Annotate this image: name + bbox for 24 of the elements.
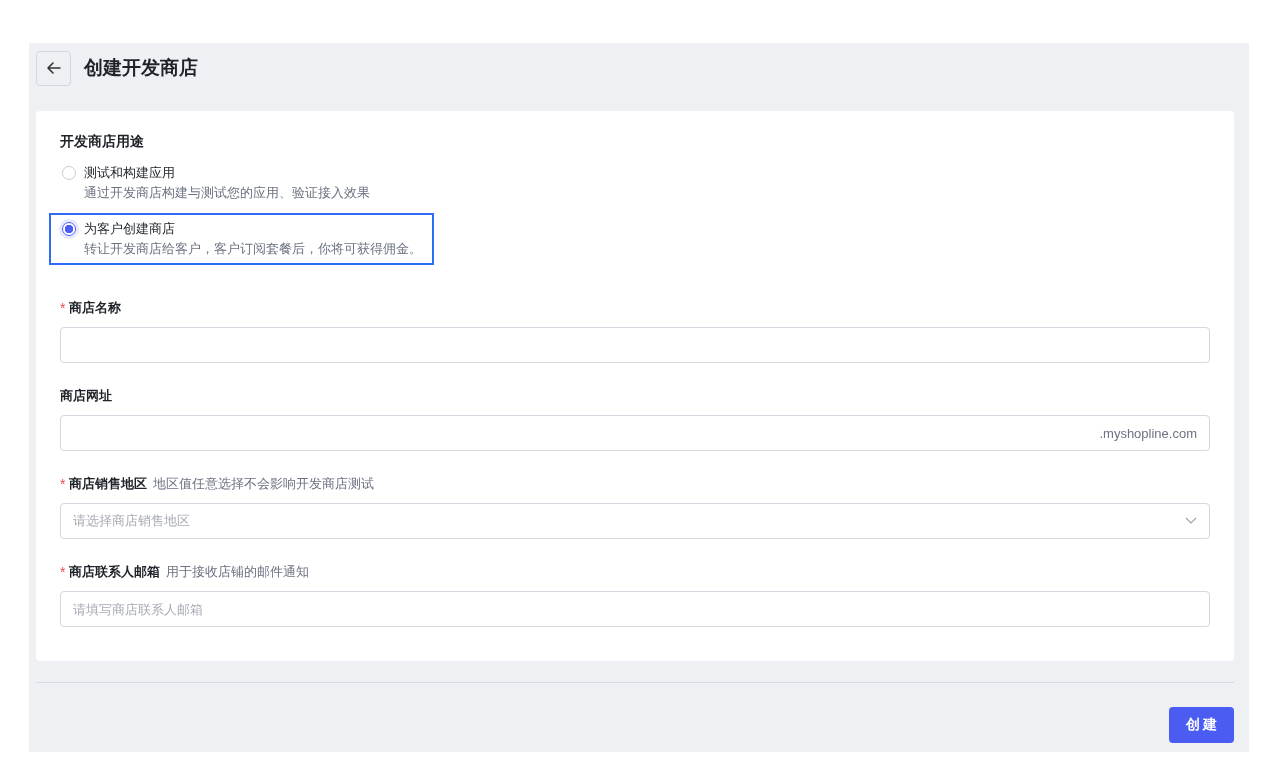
option-title[interactable]: 为客户创建商店 <box>84 219 422 239</box>
option-description: 转让开发商店给客户，客户订阅套餐后，你将可获得佣金。 <box>84 240 422 258</box>
field-label: 商店名称 <box>69 299 122 317</box>
required-asterisk: * <box>60 300 66 316</box>
option-description: 通过开发商店构建与测试您的应用、验证接入效果 <box>84 184 370 202</box>
option-title[interactable]: 测试和构建应用 <box>84 163 370 183</box>
text-input-field[interactable] <box>60 327 1210 363</box>
section-label: 开发商店用途 <box>60 133 145 151</box>
radio-button[interactable] <box>62 222 76 236</box>
create-button[interactable]: 创 建 <box>1169 707 1234 743</box>
url-input-field[interactable]: .myshopline.com <box>60 415 1210 451</box>
field-hint: 地区值任意选择不会影响开发商店测试 <box>153 475 375 493</box>
url-suffix: .myshopline.com <box>1099 425 1197 441</box>
chevron-down-icon <box>1185 517 1197 525</box>
field-label: 商店网址 <box>60 387 112 405</box>
required-asterisk: * <box>60 476 66 492</box>
back-arrow-icon <box>44 59 63 77</box>
field-label: 商店联系人邮箱 <box>69 563 161 581</box>
text-input-field[interactable]: 请填写商店联系人邮箱 <box>60 591 1210 627</box>
back-button[interactable] <box>36 50 71 86</box>
field-label: 商店销售地区 <box>69 475 148 493</box>
required-asterisk: * <box>60 564 66 580</box>
page-title: 创建开发商店 <box>84 56 198 80</box>
field-hint: 用于接收店铺的邮件通知 <box>166 563 310 581</box>
